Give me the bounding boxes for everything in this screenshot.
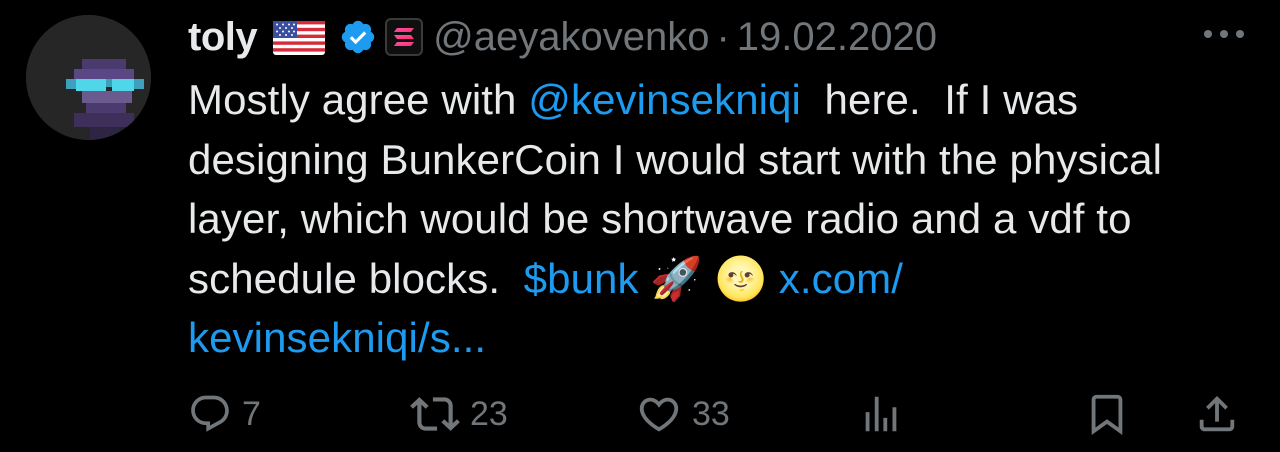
mention-link[interactable]: @kevinsekniqi [528,76,801,123]
tweet-header: toly @aeyakovenko · 19.02.2020 [188,10,937,64]
avatar[interactable] [26,15,151,140]
pixel-avatar-image [26,15,151,140]
cashtag-link[interactable]: $bunk [524,255,639,302]
retweet-count: 23 [470,394,508,433]
like-count: 33 [692,394,730,433]
share-icon [1194,391,1240,437]
verified-badge-icon[interactable] [339,18,377,56]
like-button[interactable]: 33 [636,388,730,440]
reply-count: 7 [242,394,261,433]
reply-button[interactable]: 7 [188,388,261,440]
us-flag-icon [273,20,326,55]
more-icon[interactable] [1202,22,1246,46]
views-button[interactable] [858,388,904,440]
heart-icon [636,391,682,437]
url-part-1: x.com/ [778,254,904,302]
author-name[interactable]: toly [188,15,258,60]
reply-icon [188,392,232,436]
tweet-text: Mostly agree with @kevinsekniqi here. If… [188,70,1263,368]
bookmark-button[interactable] [1084,388,1130,440]
rocket-emoji: 🚀 [650,254,703,302]
retweet-button[interactable]: 23 [410,388,508,440]
views-icon [858,391,904,437]
moon-emoji: 🌝 [714,254,767,302]
action-bar: 7 23 33 [188,388,1248,440]
retweet-icon [410,389,460,439]
share-button[interactable] [1194,388,1240,440]
url-part-2: kevinsekniqi/s... [188,314,487,361]
separator-dot: · [716,14,730,59]
solana-affiliate-icon[interactable] [385,18,424,56]
author-handle[interactable]: @aeyakovenko [433,15,709,60]
tweet-date[interactable]: 19.02.2020 [737,15,937,60]
text-segment: Mostly agree with [188,76,529,123]
bookmark-icon [1084,391,1130,437]
